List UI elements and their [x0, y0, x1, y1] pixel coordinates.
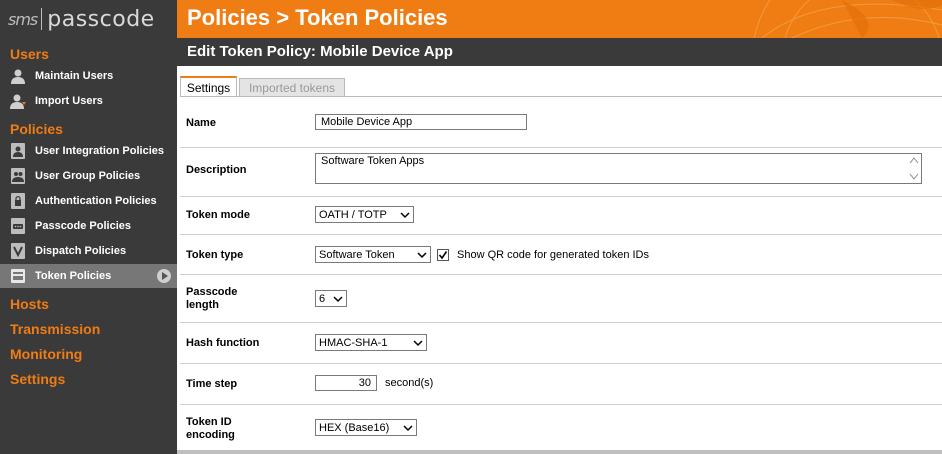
time-step-input[interactable]: 30 — [315, 375, 377, 391]
logo-passcode: passcode — [47, 6, 155, 32]
user-import-icon — [10, 93, 26, 109]
tab-imported-tokens[interactable]: Imported tokens — [239, 78, 345, 97]
dispatch-icon — [10, 243, 26, 259]
sidebar-item-user-group-policies[interactable]: User Group Policies — [0, 164, 177, 188]
passcode-length-select[interactable]: 6 — [315, 290, 347, 307]
token-id-encoding-label: Token ID encoding — [186, 416, 235, 442]
form-row-passcode-length: Passcode length 6 — [180, 275, 942, 323]
sidebar-item-label: Import Users — [35, 95, 103, 107]
passcode-icon — [10, 218, 26, 234]
token-mode-value: OATH / TOTP — [319, 208, 387, 221]
chevron-down-icon — [400, 211, 410, 218]
token-type-label: Token type — [186, 249, 244, 261]
sidebar-item-label: Token Policies — [35, 270, 112, 282]
top-bar: sms passcode Policies > Token Policies — [0, 0, 942, 38]
sidebar-section-settings[interactable]: Settings — [10, 371, 65, 387]
token-mode-label: Token mode — [186, 209, 250, 221]
sidebar-item-label: Dispatch Policies — [35, 245, 127, 257]
bottom-border — [177, 450, 942, 454]
passcode-length-value: 6 — [319, 292, 326, 305]
time-step-label: Time step — [186, 378, 238, 390]
hash-function-select[interactable]: HMAC-SHA-1 — [315, 334, 427, 351]
name-label: Name — [186, 117, 216, 129]
edit-heading: Edit Token Policy: Mobile Device App — [187, 43, 453, 60]
token-icon — [10, 268, 26, 284]
tab-settings[interactable]: Settings — [180, 76, 237, 97]
show-qr-checkbox[interactable] — [437, 248, 449, 261]
time-step-unit: second(s) — [385, 377, 434, 389]
sidebar-section-hosts[interactable]: Hosts — [10, 296, 49, 312]
chevron-down-icon — [333, 295, 343, 302]
token-id-encoding-label-line2: encoding — [186, 429, 235, 441]
show-qr-label[interactable]: Show QR code for generated token IDs — [457, 249, 649, 261]
description-textarea[interactable]: Software Token Apps — [315, 153, 922, 184]
form-row-token-id-encoding: Token ID encoding HEX (Base16) — [180, 405, 942, 450]
sidebar-item-user-integration-policies[interactable]: User Integration Policies — [0, 139, 177, 163]
sidebar-item-label: Maintain Users — [35, 70, 114, 82]
sidebar: Users Maintain Users Import Users Polici… — [0, 38, 177, 454]
sidebar-item-maintain-users[interactable]: Maintain Users — [0, 64, 177, 88]
page-title: Policies > Token Policies — [187, 5, 448, 30]
description-text: Software Token Apps — [321, 155, 425, 167]
form-row-token-mode: Token mode OATH / TOTP — [180, 197, 942, 235]
user-integration-icon — [10, 143, 26, 159]
hash-function-value: HMAC-SHA-1 — [319, 336, 388, 349]
sidebar-item-authentication-policies[interactable]: Authentication Policies — [0, 189, 177, 213]
hash-function-label: Hash function — [186, 337, 260, 349]
sidebar-item-passcode-policies[interactable]: Passcode Policies — [0, 214, 177, 238]
sidebar-item-label: Passcode Policies — [35, 220, 131, 232]
token-type-value: Software Token — [319, 248, 395, 261]
form-row-time-step: Time step 30 second(s) — [180, 364, 942, 405]
content-header: Edit Token Policy: Mobile Device App — [177, 38, 942, 66]
scroll-arrows-icon[interactable] — [909, 156, 919, 181]
sidebar-section-monitoring[interactable]: Monitoring — [10, 346, 82, 362]
token-id-encoding-label-line1: Token ID — [186, 416, 232, 428]
token-id-encoding-select[interactable]: HEX (Base16) — [315, 419, 417, 436]
passcode-length-label-line1: Passcode — [186, 286, 238, 298]
token-id-encoding-value: HEX (Base16) — [319, 421, 390, 434]
sidebar-item-label: User Group Policies — [35, 170, 141, 182]
sidebar-item-label: Authentication Policies — [35, 195, 157, 207]
form-row-description: Description Software Token Apps — [180, 148, 942, 197]
form-row-hash-function: Hash function HMAC-SHA-1 — [180, 323, 942, 364]
sidebar-item-token-policies[interactable]: Token Policies — [0, 264, 177, 288]
form-row-token-type: Token type Software Token Show QR code f… — [180, 235, 942, 275]
globe-graphic — [562, 0, 942, 38]
token-type-select[interactable]: Software Token — [315, 246, 431, 263]
lock-icon — [10, 193, 26, 209]
logo-sms: sms — [8, 9, 38, 29]
description-label: Description — [186, 164, 247, 176]
form-row-name: Name Mobile Device App — [180, 97, 942, 148]
chevron-down-icon — [413, 339, 423, 346]
user-icon — [10, 68, 26, 84]
chevron-down-icon — [417, 251, 427, 258]
chevron-down-icon — [403, 424, 413, 431]
sidebar-item-import-users[interactable]: Import Users — [0, 89, 177, 113]
checkmark-icon — [438, 250, 448, 259]
app-logo[interactable]: sms passcode — [0, 0, 177, 38]
passcode-length-label: Passcode length — [186, 286, 237, 312]
sidebar-section-users[interactable]: Users — [10, 46, 49, 62]
sidebar-section-policies[interactable]: Policies — [10, 121, 63, 137]
sidebar-item-dispatch-policies[interactable]: Dispatch Policies — [0, 239, 177, 263]
passcode-length-label-line2: length — [186, 299, 219, 311]
sidebar-item-label: User Integration Policies — [35, 145, 164, 157]
user-group-icon — [10, 168, 26, 184]
sidebar-section-transmission[interactable]: Transmission — [10, 321, 100, 337]
token-mode-select[interactable]: OATH / TOTP — [315, 206, 414, 223]
chevron-right-icon — [157, 269, 171, 283]
name-input[interactable]: Mobile Device App — [315, 114, 527, 130]
